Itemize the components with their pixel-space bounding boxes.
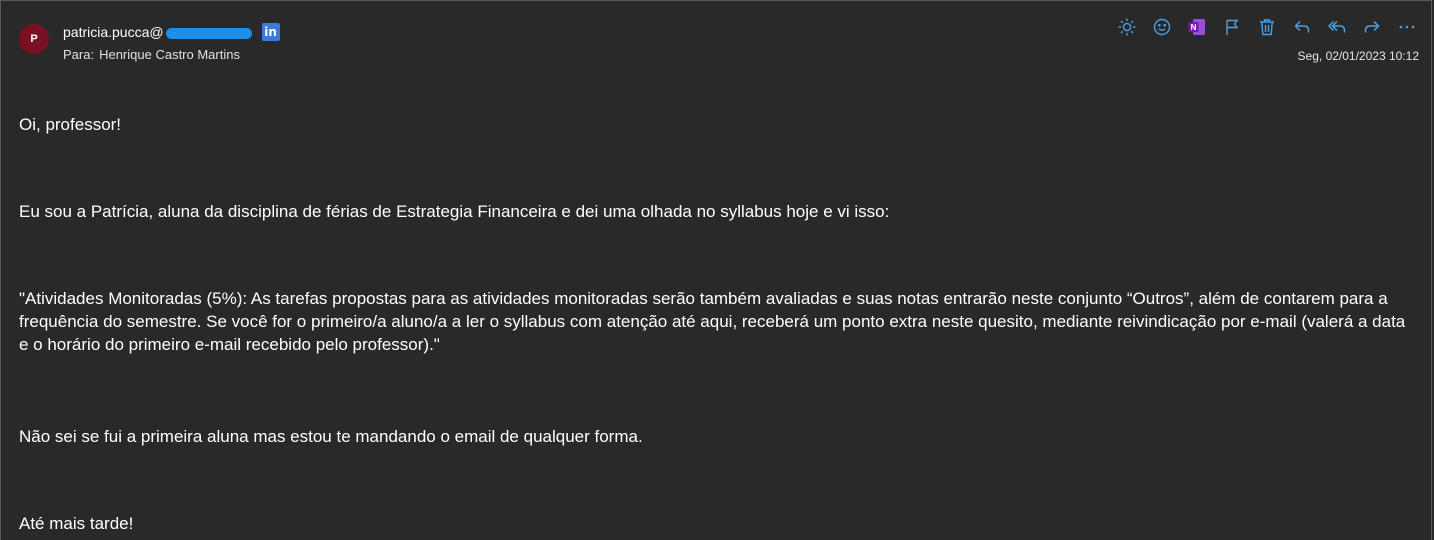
redaction-mark [165,27,252,39]
message-toolbar: N [1115,15,1419,39]
reply-all-icon[interactable] [1325,15,1349,39]
emoji-icon[interactable] [1150,15,1174,39]
trash-icon[interactable] [1255,15,1279,39]
more-icon[interactable] [1395,15,1419,39]
sender-address[interactable]: patricia.pucca@ [63,24,164,40]
sun-icon[interactable] [1115,15,1139,39]
avatar[interactable]: P [19,24,49,54]
sent-date: Seg, 02/01/2023 10:12 [1297,49,1419,63]
to-label: Para: [63,47,95,62]
intro-paragraph: Eu sou a Patrícia, aluna da disciplina d… [19,202,890,221]
linkedin-icon[interactable]: in [261,23,280,41]
closing-paragraph: Até mais tarde! [19,514,134,533]
greeting-paragraph: Oi, professor! [19,115,122,134]
recipient-name[interactable]: Henrique Castro Martins [99,47,240,62]
email-reading-pane: P patricia.pucca@ in Para: Henrique Castr… [0,0,1432,540]
flag-icon[interactable] [1220,15,1244,39]
sender-line: patricia.pucca@ in [63,23,280,41]
statement-paragraph: Não sei se fui a primeira aluna mas esto… [19,427,643,446]
onenote-letter: N [1191,23,1197,32]
quote-paragraph: "Atividades Monitoradas (5%): As tarefas… [19,289,1406,354]
reply-icon[interactable] [1290,15,1314,39]
recipient-line: Para: Henrique Castro Martins [63,47,240,62]
forward-icon[interactable] [1360,15,1384,39]
onenote-icon[interactable]: N [1185,15,1209,39]
